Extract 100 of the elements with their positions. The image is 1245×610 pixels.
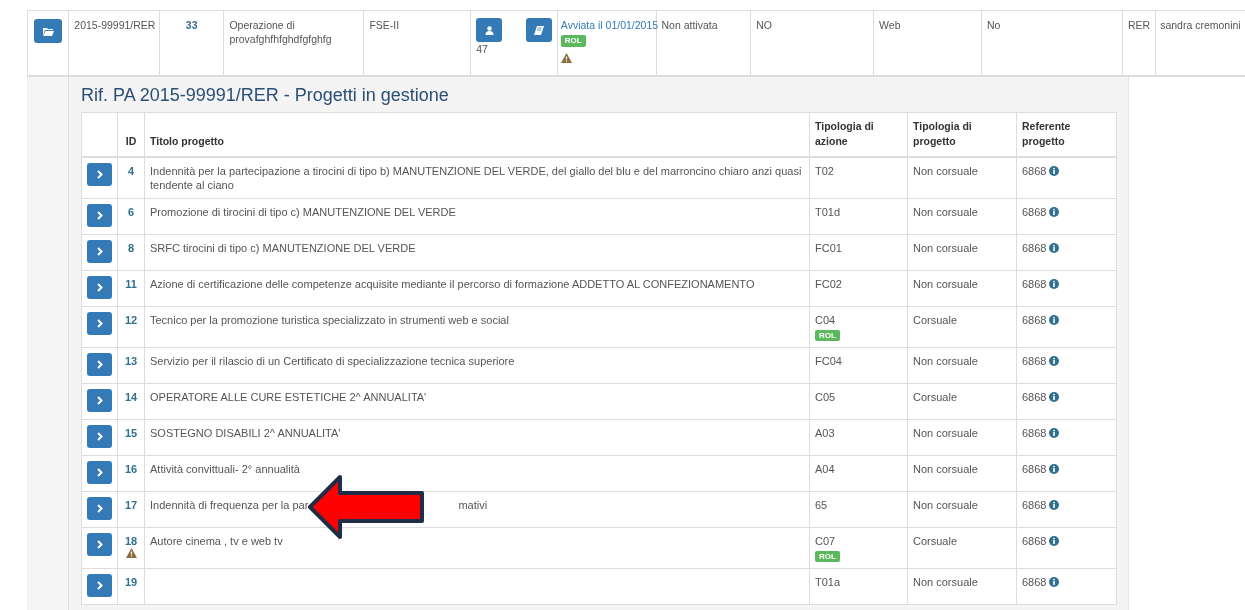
option-value: No — [986, 19, 1001, 31]
operation-title: Operazione di provafghfhfghdfgfghfg — [229, 19, 332, 46]
action-type: C04 — [815, 313, 837, 327]
project-id: 18 — [124, 535, 138, 547]
chevron-right-icon — [96, 432, 103, 441]
open-button[interactable] — [87, 533, 112, 556]
action-type: T01d — [815, 205, 842, 219]
action-type: FC04 — [815, 354, 843, 368]
book-icon — [533, 25, 544, 35]
chevron-right-icon — [96, 211, 103, 220]
project-type: Corsuale — [913, 391, 958, 403]
column-header: Tipologia di azione — [815, 119, 874, 148]
project-title: Indennità per la partecipazione a tirocini di tipo b) MANUTENZIONE DEL VERDE, del giallo del blu e del marroncino chiaro anzi quasi tendente al ciano — [150, 165, 802, 191]
project-title: mativi — [458, 498, 488, 512]
open-button[interactable] — [87, 353, 112, 376]
project-type: Non corsuale — [913, 278, 978, 290]
column-header: Titolo progetto — [150, 135, 224, 148]
folder-button[interactable] — [34, 19, 62, 43]
project-id: 12 — [124, 314, 138, 326]
referent-id: 6868 — [1022, 354, 1047, 368]
project-title: Promozione di tirocini di tipo c) MANUTENZIONE DEL VERDE — [150, 206, 456, 218]
project-type: Non corsuale — [913, 427, 978, 439]
chevron-right-icon — [96, 468, 103, 477]
project-type: Non corsuale — [913, 165, 978, 177]
open-button[interactable] — [87, 240, 112, 263]
project-id: 6 — [127, 206, 135, 218]
project-title: OPERATORE ALLE CURE ESTETICHE 2^ ANNUALITA' — [150, 391, 427, 403]
action-type: T01a — [815, 575, 842, 589]
flag-value: NO — [756, 19, 772, 31]
info-icon — [1049, 356, 1060, 366]
user-button[interactable] — [476, 18, 503, 42]
info-icon — [1049, 243, 1060, 253]
project-title: Azione di certificazione delle competenze acquisite mediante il percorso di formazione ADDETTO AL CONFEZIONAMENTO — [150, 278, 755, 290]
action-type: C07 — [815, 534, 837, 548]
project-type: Corsuale — [913, 535, 958, 547]
project-id: 11 — [125, 278, 137, 290]
region-code: RER — [1127, 19, 1151, 31]
info-icon — [1049, 392, 1060, 402]
referent-id: 6868 — [1022, 390, 1047, 404]
panel-title: Rif. PA 2015-99991/RER - Progetti in gestione — [81, 84, 450, 106]
info-icon — [1049, 464, 1060, 474]
project-id: 16 — [124, 463, 138, 475]
chevron-right-icon — [96, 540, 103, 549]
open-button[interactable] — [87, 276, 112, 299]
project-type: Non corsuale — [913, 206, 978, 218]
open-button[interactable] — [87, 574, 112, 597]
action-type: FC02 — [815, 277, 843, 291]
chevron-right-icon — [96, 170, 103, 179]
chevron-right-icon — [96, 283, 103, 292]
info-icon — [1049, 166, 1060, 176]
info-icon — [1049, 207, 1060, 217]
action-type: T02 — [815, 164, 835, 178]
action-type: A04 — [815, 462, 836, 476]
chevron-right-icon — [96, 319, 103, 328]
action-type: A03 — [815, 426, 836, 440]
info-icon — [1049, 279, 1060, 289]
project-id: 13 — [124, 355, 138, 367]
open-button[interactable] — [87, 204, 112, 227]
referent-id: 6868 — [1022, 164, 1047, 178]
activation-status: Non attivata — [661, 19, 718, 31]
info-icon — [1049, 315, 1060, 325]
project-title: Attività convittuali- 2° annualità — [150, 463, 300, 475]
project-type: Non corsuale — [913, 355, 978, 367]
open-button[interactable] — [87, 389, 112, 412]
folder-icon — [42, 26, 54, 36]
info-icon — [1049, 536, 1060, 546]
project-type: Non corsuale — [913, 499, 978, 511]
project-title: Indennità di frequenza per la par — [150, 498, 309, 512]
open-button[interactable] — [87, 461, 112, 484]
info-icon — [1049, 577, 1060, 587]
fund-name: FSE-II — [369, 19, 400, 31]
project-title: Autore cinema , tv e web tv — [150, 535, 283, 547]
open-button[interactable] — [87, 163, 112, 186]
project-id: 14 — [124, 391, 138, 403]
action-type: FC01 — [815, 241, 843, 255]
open-button[interactable] — [87, 497, 112, 520]
user-icon — [484, 25, 494, 35]
chevron-right-icon — [96, 396, 103, 405]
info-icon — [1049, 500, 1060, 510]
column-header: Tipologia di progetto — [913, 119, 972, 148]
open-button[interactable] — [87, 312, 112, 335]
info-icon — [1049, 428, 1060, 438]
project-id: 17 — [124, 499, 138, 511]
operation-code: 2015-99991/RER — [74, 19, 156, 31]
action-type: 65 — [815, 498, 829, 512]
referent-id: 6868 — [1022, 498, 1047, 512]
referent-id: 6868 — [1022, 575, 1047, 589]
rol-badge: ROL — [815, 551, 840, 562]
project-type: Non corsuale — [913, 463, 978, 475]
project-type: Non corsuale — [913, 242, 978, 254]
rol-badge: ROL — [815, 330, 840, 341]
chevron-right-icon — [96, 504, 103, 513]
referent-id: 6868 — [1022, 426, 1047, 440]
book-button[interactable] — [525, 18, 552, 42]
participant-count: 47 — [476, 42, 489, 57]
project-type: Non corsuale — [913, 576, 978, 588]
open-button[interactable] — [87, 425, 112, 448]
action-type: C05 — [815, 390, 837, 404]
chevron-right-icon — [96, 360, 103, 369]
project-title: Servizio per il rilascio di un Certificato di specializzazione tecnica superiore — [150, 355, 515, 367]
